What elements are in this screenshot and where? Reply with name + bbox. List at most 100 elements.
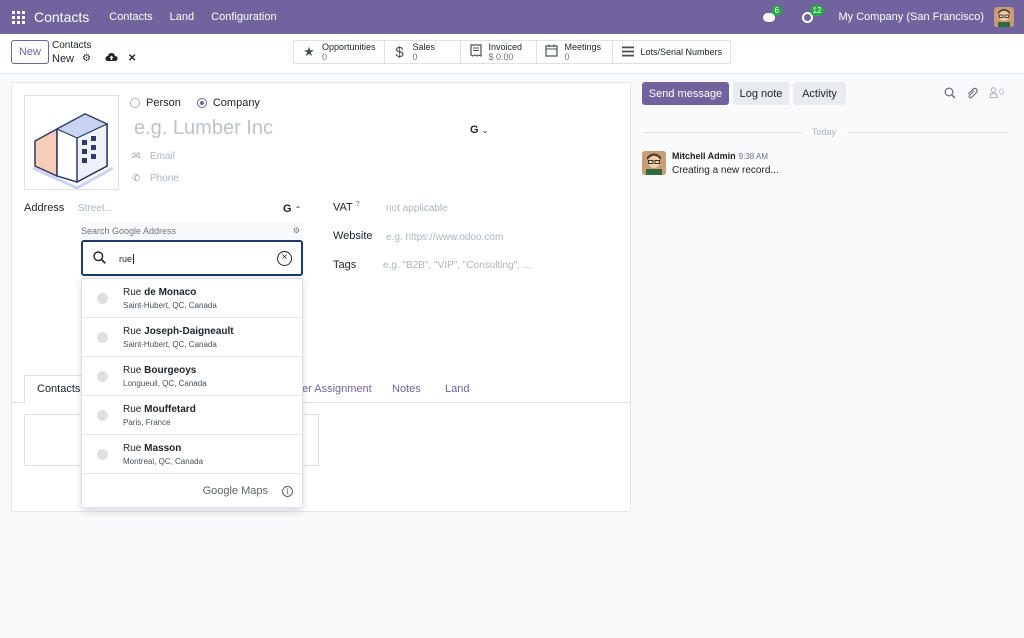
vat-help-icon[interactable]: ? [356, 201, 360, 208]
google-g-icon: G [470, 124, 479, 136]
cloud-save-icon[interactable] [105, 52, 118, 65]
menu-contacts[interactable]: Contacts [109, 11, 152, 23]
place-marker-icon [97, 293, 108, 304]
radio-company[interactable] [196, 98, 207, 108]
tab-partner-assignment[interactable]: er Assignment [302, 383, 372, 395]
list-item[interactable]: Rue de Monaco Saint-Hubert, QC, Canada [82, 279, 302, 318]
search-icon [93, 251, 106, 264]
breadcrumb-current-label: New [52, 52, 75, 65]
result-title: Rue Bourgeoys [123, 365, 196, 376]
control-panel: New Contacts New ⚙ ✕ ★ Opportunities 0 $ … [0, 34, 1024, 74]
result-title: Rue de Monaco [123, 287, 196, 298]
result-prefix: Rue [123, 287, 142, 298]
result-title: Rue Joseph-Daigneault [123, 326, 234, 337]
address-google-toggle[interactable]: G ⌃ [283, 203, 301, 215]
paperclip-icon[interactable] [966, 87, 978, 103]
result-subtitle: Montreal, QC, Canada [123, 457, 204, 466]
company-image-placeholder[interactable] [24, 95, 119, 190]
phone-placeholder: Phone [150, 173, 179, 184]
activities-icon[interactable]: 12 [801, 5, 825, 24]
tab-contacts[interactable]: Contacts [24, 375, 84, 404]
message-body: Creating a new record... [672, 165, 779, 176]
app-grid-icon[interactable] [12, 10, 25, 24]
search-icon[interactable] [944, 87, 956, 102]
smart-label: Meetings [564, 42, 602, 52]
result-subtitle: Saint-Hubert, QC, Canada [123, 301, 217, 310]
google-search-input[interactable]: rue × [81, 240, 303, 276]
date-separator-label: Today [812, 127, 837, 137]
vat-input[interactable]: not applicable [386, 203, 448, 214]
label-company: Company [212, 97, 260, 109]
smart-button-meetings[interactable]: Meetings 0 [537, 41, 613, 63]
log-note-button[interactable]: Log note [733, 82, 789, 105]
person-icon [989, 87, 998, 99]
gear-icon[interactable]: ⚙ [293, 226, 300, 235]
email-field[interactable]: ✉ Email [132, 151, 175, 162]
result-title: Rue Masson [123, 443, 181, 454]
top-navbar: Contacts Contacts Land Configuration 6 1… [0, 0, 1024, 34]
tags-input[interactable]: e.g. "B2B", "VIP", "Consulting", ... [383, 260, 531, 271]
calendar-icon [545, 44, 559, 60]
result-prefix: Rue [123, 365, 142, 376]
activities-badge: 12 [809, 5, 825, 16]
smart-value: 0 [564, 52, 570, 62]
menu-configuration[interactable]: Configuration [211, 11, 276, 23]
followers-count: 0 [999, 87, 1005, 97]
star-icon: ★ [303, 44, 315, 59]
message-author[interactable]: Mitchell Admin 9:38 AM [672, 151, 768, 161]
message-author-name: Mitchell Admin [672, 151, 736, 161]
smart-button-opportunities[interactable]: ★ Opportunities 0 [294, 41, 385, 63]
messages-badge: 6 [771, 5, 782, 16]
clear-search-icon[interactable]: × [277, 251, 292, 266]
result-match: de Monaco [144, 287, 197, 298]
list-item[interactable]: Rue Mouffetard Paris, France [82, 396, 302, 435]
smart-button-invoiced[interactable]: Invoiced $ 0.00 [461, 41, 537, 63]
list-icon [621, 45, 635, 60]
result-subtitle: Saint-Hubert, QC, Canada [123, 340, 217, 349]
list-item[interactable]: Rue Joseph-Daigneault Saint-Hubert, QC, … [82, 318, 302, 357]
radio-person[interactable] [130, 98, 140, 108]
message-time: 9:38 AM [738, 152, 769, 161]
street-input[interactable]: Street... [78, 203, 113, 214]
result-subtitle: Paris, France [123, 418, 171, 427]
vat-label: VAT? [333, 201, 360, 214]
followers-button[interactable]: 0 [989, 87, 1004, 101]
avatar[interactable] [642, 151, 666, 175]
smart-value: $ 0.00 [488, 52, 514, 62]
company-type-selector: Person Company [130, 97, 260, 109]
discard-icon[interactable]: ✕ [128, 53, 136, 64]
vat-label-text: VAT [333, 201, 353, 214]
result-match: Mouffetard [144, 404, 196, 415]
website-label: Website [333, 230, 373, 242]
smart-label: Opportunities [322, 42, 376, 52]
list-item[interactable]: Rue Bourgeoys Longueuil, QC, Canada [82, 357, 302, 396]
company-switcher[interactable]: My Company (San Francisco) [839, 11, 985, 23]
smart-button-lots[interactable]: Lots/Serial Numbers [613, 41, 731, 63]
website-input[interactable]: e.g. https://www.odoo.com [386, 232, 503, 243]
activity-button[interactable]: Activity [793, 82, 846, 105]
date-separator: Today [642, 127, 1007, 139]
tab-notes[interactable]: Notes [392, 383, 421, 395]
address-label: Address [24, 202, 65, 214]
breadcrumb-parent[interactable]: Contacts [52, 40, 91, 51]
label-person: Person [146, 97, 181, 109]
chevron-up-icon: ⌃ [294, 205, 302, 214]
info-icon[interactable]: i [282, 486, 293, 497]
send-message-button[interactable]: Send message [642, 82, 729, 105]
result-subtitle: Longueuil, QC, Canada [123, 379, 207, 388]
google-autocomplete-toggle[interactable]: G ⌄ [470, 124, 488, 136]
tab-land[interactable]: Land [445, 383, 469, 395]
gear-icon[interactable]: ⚙ [82, 53, 91, 64]
name-input[interactable]: e.g. Lumber Inc [134, 117, 273, 140]
app-name[interactable]: Contacts [34, 9, 89, 25]
new-button[interactable]: New [11, 40, 49, 64]
smart-value: 0 [412, 52, 418, 62]
menu-land[interactable]: Land [170, 11, 194, 23]
messages-icon[interactable]: 6 [762, 5, 782, 24]
smart-button-sales[interactable]: $ Sales 0 [385, 41, 461, 63]
place-marker-icon [97, 332, 108, 343]
user-avatar[interactable] [994, 7, 1014, 27]
phone-field[interactable]: ✆ Phone [132, 173, 179, 184]
google-maps-logo: Google Maps [202, 485, 268, 497]
list-item[interactable]: Rue Masson Montreal, QC, Canada [82, 435, 302, 474]
